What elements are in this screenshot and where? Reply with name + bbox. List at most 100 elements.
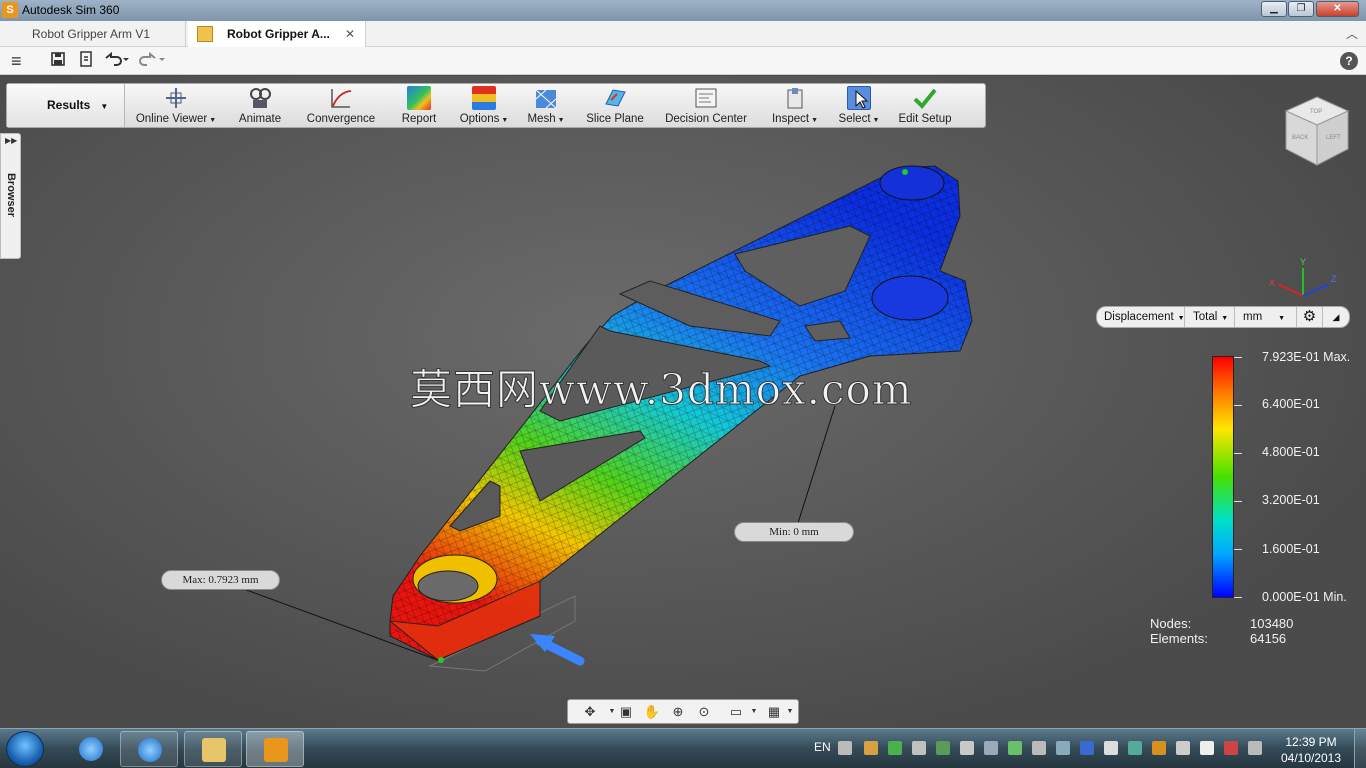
edit-setup-button[interactable]: Edit Setup bbox=[897, 84, 953, 127]
tray-app-icon[interactable] bbox=[864, 741, 878, 755]
zoom-icon[interactable]: ⊕ bbox=[668, 703, 688, 721]
chevron-up-icon[interactable]: ︿ bbox=[1346, 25, 1358, 42]
look-at-icon[interactable]: ▣ bbox=[616, 703, 636, 721]
slice-plane-button[interactable]: Slice Plane bbox=[583, 84, 647, 127]
tray-app-icon[interactable] bbox=[984, 741, 998, 755]
gear-icon[interactable]: ⚙ bbox=[1297, 307, 1323, 327]
tray-app-icon[interactable] bbox=[960, 741, 974, 755]
help-icon[interactable]: ? bbox=[1340, 52, 1358, 70]
mesh-icon bbox=[534, 86, 558, 110]
max-probe-label[interactable]: Max: 0.7923 mm bbox=[161, 570, 280, 590]
convergence-label: Convergence bbox=[306, 113, 376, 125]
navigation-bar: ✥ ▼ ▣ ✋ ⊕ ⊙ ▭ ▼ ▦ ▼ bbox=[567, 699, 799, 724]
tray-app-icon[interactable] bbox=[912, 741, 926, 755]
online-viewer-icon bbox=[164, 86, 188, 110]
decision-center-icon bbox=[694, 86, 718, 110]
legend-label: 6.400E-01 bbox=[1262, 397, 1320, 411]
safely-remove-icon[interactable] bbox=[1248, 741, 1262, 755]
tray-app-icon[interactable] bbox=[1128, 741, 1142, 755]
svg-text:Z: Z bbox=[1331, 274, 1337, 284]
checkmark-icon bbox=[913, 86, 937, 110]
display-settings-icon[interactable]: ▭ bbox=[726, 703, 746, 721]
legend-label: 1.600E-01 bbox=[1262, 542, 1320, 556]
keyboard-icon[interactable] bbox=[838, 741, 852, 755]
system-clock[interactable]: 12:39 PM 04/10/2013 bbox=[1276, 734, 1346, 766]
legend-tick bbox=[1234, 405, 1242, 406]
mesh-button[interactable]: Mesh ▼ bbox=[525, 84, 567, 127]
show-desktop-button[interactable] bbox=[1354, 729, 1366, 768]
application-menu-icon[interactable]: ≡ bbox=[11, 51, 22, 71]
workspace-switcher[interactable]: Results ▼ bbox=[7, 84, 125, 127]
clock-date: 04/10/2013 bbox=[1280, 751, 1342, 765]
tray-app-icon[interactable] bbox=[1032, 741, 1046, 755]
tray-app-icon[interactable] bbox=[1224, 741, 1238, 755]
maximize-button[interactable]: ❐ bbox=[1288, 1, 1314, 17]
tab-robot-gripper-arm-v1[interactable]: Robot Gripper Arm V1 bbox=[0, 21, 186, 47]
decision-center-label: Decision Center bbox=[665, 113, 747, 125]
save-as-icon[interactable] bbox=[78, 51, 94, 71]
report-button[interactable]: Report bbox=[395, 84, 443, 127]
tray-app-icon[interactable] bbox=[936, 741, 950, 755]
undo-icon[interactable] bbox=[103, 51, 129, 71]
save-icon[interactable] bbox=[50, 51, 66, 71]
clock-time: 12:39 PM bbox=[1285, 735, 1337, 749]
start-button[interactable] bbox=[6, 731, 44, 767]
autodesk-sim-app-icon[interactable]: S bbox=[2, 2, 18, 18]
options-button[interactable]: Options ▼ bbox=[457, 84, 511, 127]
inspect-button[interactable]: Inspect ▼ bbox=[767, 84, 823, 127]
result-type-dropdown[interactable]: Displacement ▼ bbox=[1097, 307, 1185, 327]
browser-label: Browser bbox=[5, 172, 17, 218]
orbit-icon[interactable]: ✥ bbox=[580, 703, 600, 721]
quick-access-toolbar: ≡ ? bbox=[0, 47, 1366, 75]
chevron-down-icon[interactable]: ▼ bbox=[744, 703, 764, 721]
min-probe-label[interactable]: Min: 0 mm bbox=[734, 522, 854, 542]
online-viewer-button[interactable]: Online Viewer ▼ bbox=[135, 84, 217, 127]
viewcube-front-label: BACK bbox=[1292, 135, 1308, 141]
close-tab-icon[interactable]: ✕ bbox=[345, 21, 355, 47]
tray-app-icon[interactable] bbox=[1008, 741, 1022, 755]
title-bar: S Autodesk Sim 360 ▁ ❐ ✕ bbox=[0, 0, 1366, 21]
taskbar-internet-explorer[interactable] bbox=[62, 731, 120, 767]
unit-dropdown[interactable]: mm ▼ bbox=[1235, 307, 1297, 327]
axis-triad: Y X Z bbox=[1269, 257, 1337, 297]
nodes-label: Nodes: bbox=[1150, 616, 1192, 631]
inspect-label: Inspect bbox=[771, 113, 810, 125]
collapse-legend-icon[interactable]: ◢ bbox=[1323, 307, 1349, 327]
animate-button[interactable]: Animate bbox=[231, 84, 289, 127]
legend-label: 3.200E-01 bbox=[1262, 493, 1320, 507]
redo-icon[interactable] bbox=[138, 51, 166, 71]
svg-text:X: X bbox=[1269, 278, 1275, 288]
browser-panel[interactable]: ▶▶ Browser bbox=[0, 133, 21, 259]
close-window-button[interactable]: ✕ bbox=[1316, 1, 1359, 17]
network-signal-icon[interactable] bbox=[1104, 741, 1118, 755]
tray-app-icon[interactable] bbox=[1056, 741, 1070, 755]
minimize-button[interactable]: ▁ bbox=[1261, 1, 1287, 17]
taskbar-file-explorer[interactable] bbox=[184, 731, 242, 767]
chevron-down-icon[interactable]: ▼ bbox=[780, 703, 800, 721]
bluetooth-icon[interactable] bbox=[1080, 741, 1094, 755]
unit-value: mm bbox=[1243, 311, 1263, 323]
cursor-arrow-icon bbox=[847, 86, 871, 110]
decision-center-button[interactable]: Decision Center bbox=[663, 84, 749, 127]
tab-robot-gripper-active[interactable]: Robot Gripper A... ✕ bbox=[188, 21, 366, 47]
tray-app-icon[interactable] bbox=[1152, 741, 1166, 755]
convergence-button[interactable]: Convergence bbox=[303, 84, 379, 127]
select-button[interactable]: Select ▼ bbox=[837, 84, 881, 127]
workspace-label: Results bbox=[47, 98, 91, 112]
expand-arrow-icon[interactable]: ▶▶ bbox=[5, 136, 17, 145]
inspect-icon bbox=[783, 86, 807, 110]
legend-tick bbox=[1234, 597, 1242, 598]
legend-label-min: 0.000E-01 Min. bbox=[1262, 590, 1347, 604]
tab-label: Robot Gripper A... bbox=[227, 27, 330, 41]
windows-taskbar: EN 12:39 PM 04/10/2013 bbox=[0, 728, 1366, 768]
volume-icon[interactable] bbox=[1176, 741, 1190, 755]
tray-app-icon[interactable] bbox=[888, 741, 902, 755]
taskbar-internet-explorer-open[interactable] bbox=[120, 731, 178, 767]
system-tray bbox=[808, 729, 1268, 768]
pan-hand-icon[interactable]: ✋ bbox=[642, 703, 662, 721]
taskbar-autodesk-sim[interactable] bbox=[246, 731, 304, 767]
view-cube[interactable]: TOP BACK LEFT bbox=[1282, 95, 1352, 169]
zoom-window-icon[interactable]: ⊙ bbox=[694, 703, 714, 721]
component-dropdown[interactable]: Total ▼ bbox=[1185, 307, 1235, 327]
action-center-flag-icon[interactable] bbox=[1200, 741, 1214, 755]
